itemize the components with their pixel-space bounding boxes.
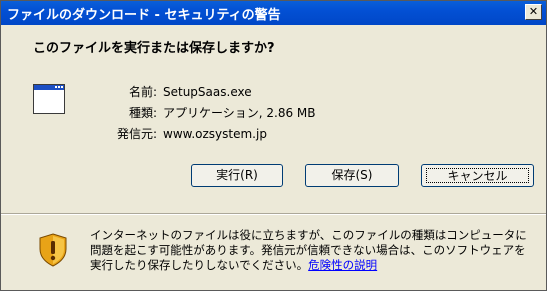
download-security-dialog: ファイルのダウンロード - セキュリティの警告 ✕ このファイルを実行または保存…: [0, 0, 547, 291]
cancel-button-label: キャンセル: [426, 168, 529, 183]
file-type-row: 種類: アプリケーション, 2.86 MB: [107, 104, 316, 121]
question-heading: このファイルを実行または保存しますか?: [33, 41, 275, 56]
security-shield-icon: [39, 233, 67, 267]
divider: [1, 213, 546, 215]
save-button[interactable]: 保存(S): [305, 164, 399, 187]
run-button[interactable]: 実行(R): [191, 164, 283, 187]
file-name-label: 名前:: [128, 85, 157, 99]
file-name-value: SetupSaas.exe: [163, 85, 252, 99]
file-type-label: 種類:: [128, 106, 157, 120]
file-from-row: 発信元: www.ozsystem.jp: [107, 125, 267, 142]
cancel-button[interactable]: キャンセル: [421, 164, 534, 187]
file-from-label: 発信元:: [116, 127, 157, 141]
application-window-icon: [33, 84, 65, 114]
risk-explanation-link[interactable]: 危険性の説明: [308, 258, 377, 272]
title-bar[interactable]: ファイルのダウンロード - セキュリティの警告 ✕: [1, 1, 546, 25]
file-type-value: アプリケーション, 2.86 MB: [163, 106, 316, 120]
file-from-value: www.ozsystem.jp: [163, 127, 267, 141]
file-name-row: 名前: SetupSaas.exe: [107, 83, 252, 100]
warning-message: インターネットのファイルは役に立ちますが、このファイルの種類はコンピュータに問題…: [90, 228, 535, 273]
close-button[interactable]: ✕: [525, 4, 542, 20]
window-title: ファイルのダウンロード - セキュリティの警告: [7, 8, 281, 23]
